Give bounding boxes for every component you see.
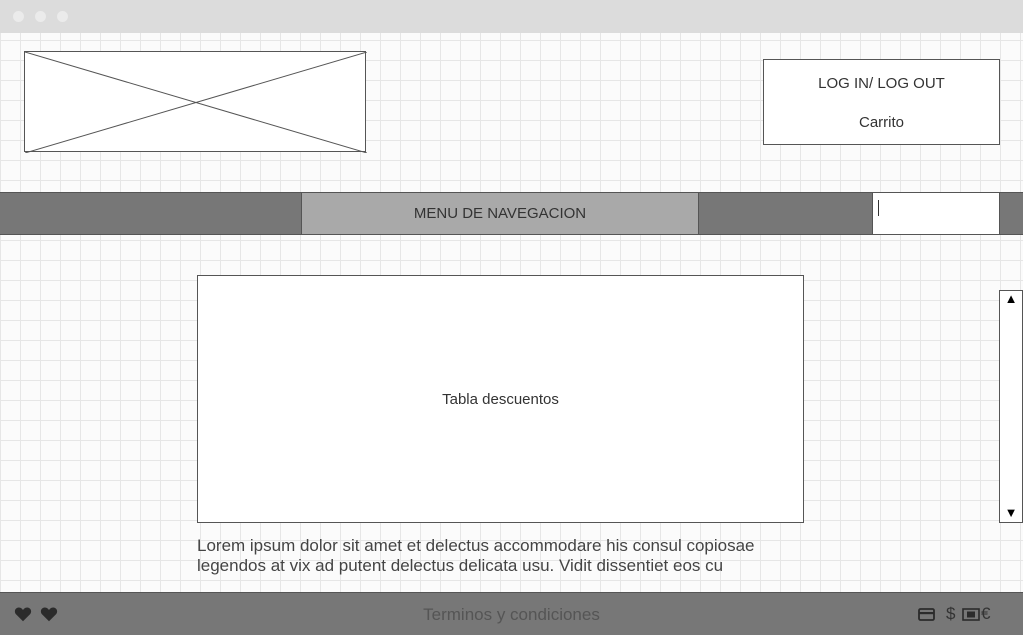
discount-table-label: Tabla descuentos <box>442 390 559 408</box>
logo-placeholder <box>24 51 367 153</box>
footer-bar: Terminos y condiciones $ € <box>0 592 1023 635</box>
text-cursor <box>878 200 879 216</box>
scroll-down-arrow-icon[interactable]: ▼ <box>1000 506 1022 520</box>
search-input[interactable] <box>872 192 1000 235</box>
navigation-menu-label: MENU DE NAVEGACION <box>413 205 587 222</box>
discount-table: Tabla descuentos <box>197 275 804 523</box>
window-minimize-dot[interactable] <box>35 11 46 22</box>
scroll-up-arrow-icon[interactable]: ▲ <box>1000 292 1022 306</box>
image-placeholder-icon <box>25 52 367 153</box>
scrollbar[interactable]: ▲ ▼ <box>999 290 1023 523</box>
navigation-menu[interactable]: MENU DE NAVEGACION <box>301 192 699 235</box>
window-titlebar <box>0 0 1023 33</box>
account-box: LOG IN/ LOG OUT Carrito <box>763 59 1000 145</box>
window-close-dot[interactable] <box>13 11 24 22</box>
cart-link[interactable]: Carrito <box>764 114 999 131</box>
login-logout-link[interactable]: LOG IN/ LOG OUT <box>764 75 999 92</box>
banknote-icon <box>962 608 980 621</box>
euro-icon: € <box>981 604 991 623</box>
dollar-icon: $ <box>946 604 956 623</box>
body-paragraph: Lorem ipsum dolor sit amet et delectus a… <box>197 536 755 575</box>
navigation-bar: MENU DE NAVEGACION <box>0 192 1023 235</box>
credit-card-icon <box>918 608 935 621</box>
terms-and-conditions-link[interactable]: Terminos y condiciones <box>0 605 1023 625</box>
window-maximize-dot[interactable] <box>57 11 68 22</box>
